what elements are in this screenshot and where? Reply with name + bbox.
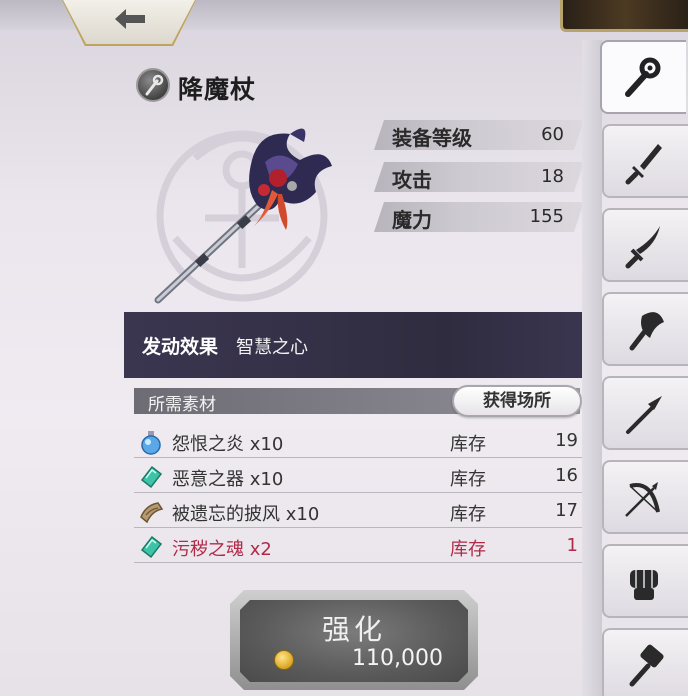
tab-rail: [582, 40, 602, 696]
stat-label: 魔力: [392, 208, 432, 232]
staff-type-icon: [136, 68, 170, 102]
stock-count: 19: [555, 430, 578, 451]
stock-label: 库存: [450, 539, 486, 560]
material-row[interactable]: 怨恨之炎 x10 库存 19: [134, 424, 582, 458]
effect-label: 发动效果: [142, 336, 219, 358]
tab-gauntlet[interactable]: [602, 544, 688, 618]
material-name: 污秽之魂 x2: [172, 539, 272, 560]
stat-row-attack: 攻击 18: [374, 162, 584, 192]
hammer-icon: [629, 644, 664, 687]
tab-staff[interactable]: [600, 40, 686, 114]
stat-row-level: 装备等级 60: [374, 120, 584, 150]
tab-axe[interactable]: [602, 292, 688, 366]
stat-row-magic: 魔力 155: [374, 202, 584, 232]
enhance-cost: 110,000: [352, 646, 443, 671]
material-row-insufficient[interactable]: 污秽之魂 x2 库存 1: [134, 529, 582, 563]
material-name: 恶意之器 x10: [172, 469, 284, 490]
enhance-label[interactable]: 强化: [240, 608, 468, 648]
effect-bar[interactable]: 发动效果 智慧之心: [124, 312, 586, 378]
weapon-staff-image: [154, 128, 332, 304]
material-name: 怨恨之炎 x10: [172, 434, 284, 455]
stock-label: 库存: [450, 434, 486, 455]
materials-header-label: 所需素材: [148, 395, 216, 415]
cloth-scroll-icon: [140, 502, 164, 524]
weapon-name: 降魔杖: [178, 75, 257, 104]
stat-value: 60: [541, 124, 564, 145]
gil-coin-icon: [274, 650, 294, 670]
stock-label: 库存: [450, 504, 486, 525]
axe-icon: [629, 312, 664, 351]
effect-value: 智慧之心: [236, 337, 308, 358]
green-crystal-icon: [140, 465, 163, 489]
stock-label: 库存: [450, 469, 486, 490]
katana-icon: [625, 226, 660, 269]
tab-sword[interactable]: [602, 124, 688, 198]
back-arrow-icon: [115, 9, 145, 29]
stock-count: 17: [555, 500, 578, 521]
gauntlet-icon: [630, 570, 658, 600]
stock-count: 1: [566, 535, 578, 556]
material-name: 被遗忘的披风 x10: [172, 504, 320, 525]
staff-icon: [625, 57, 661, 97]
stat-label: 攻击: [392, 168, 432, 192]
top-right-decoration: [560, 0, 688, 32]
material-row[interactable]: 恶意之器 x10 库存 16: [134, 459, 582, 493]
material-row[interactable]: 被遗忘的披风 x10 库存 17: [134, 494, 582, 528]
stat-label: 装备等级: [392, 126, 472, 150]
stat-value: 18: [541, 166, 564, 187]
green-crystal-icon: [140, 535, 163, 559]
stock-count: 16: [555, 465, 578, 486]
tab-katana[interactable]: [602, 208, 688, 282]
sword-icon: [625, 144, 662, 185]
spear-icon: [626, 396, 662, 434]
tab-hammer[interactable]: [602, 628, 688, 696]
tab-spear[interactable]: [602, 376, 688, 450]
blue-potion-icon: [141, 431, 161, 455]
obtain-location-button[interactable]: 获得场所: [452, 385, 582, 417]
stat-value: 155: [529, 206, 564, 227]
tab-bow[interactable]: [602, 460, 688, 534]
bow-icon: [625, 482, 660, 517]
